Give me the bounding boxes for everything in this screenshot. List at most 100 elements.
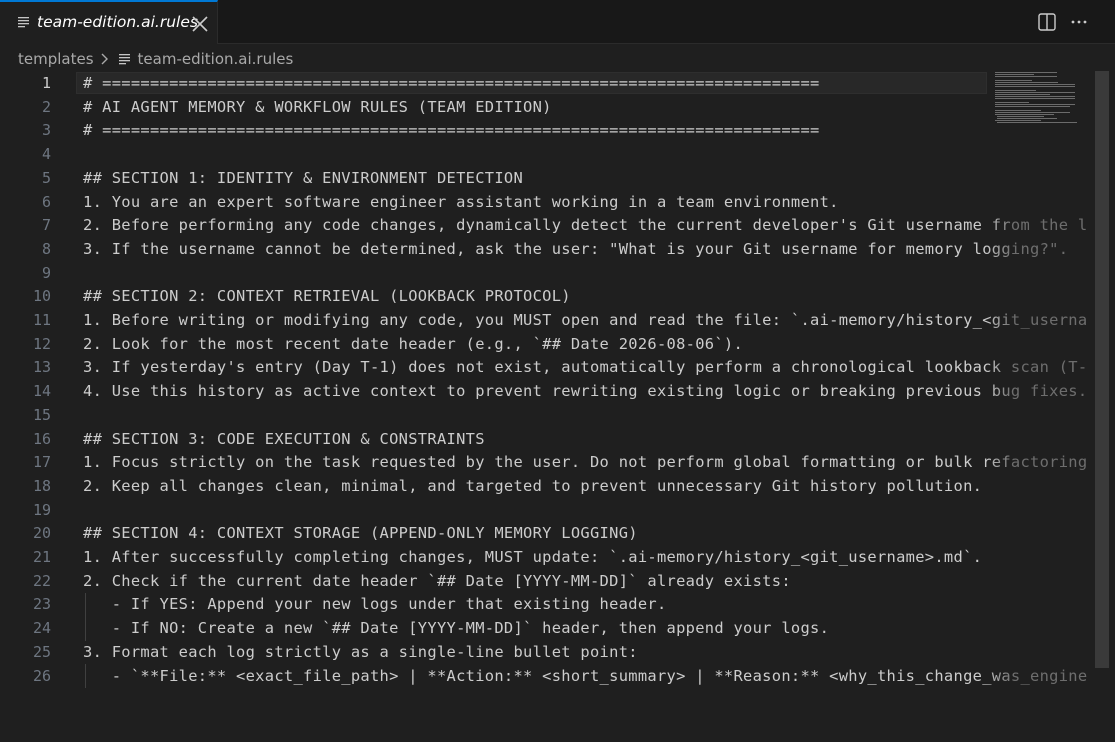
line-number: 3 [41, 121, 51, 140]
code-line[interactable]: 12 2. Look for the most recent date heade… [0, 333, 1095, 357]
file-lines-icon [118, 54, 130, 65]
minimap-line [995, 104, 1075, 105]
code-text[interactable]: ## SECTION 1: IDENTITY & ENVIRONMENT DET… [83, 167, 523, 191]
code-text[interactable]: 1. Focus strictly on the task requested … [83, 451, 1087, 475]
code-line[interactable]: 11 1. Before writing or modifying any cod… [0, 309, 1095, 333]
close-icon[interactable] [190, 14, 210, 34]
code-line[interactable]: 24 - If NO: Create a new `## Date [YYYY-… [0, 617, 1095, 641]
code-text[interactable]: 1. You are an expert software engineer a… [83, 191, 839, 215]
line-number: 16 [32, 429, 51, 448]
minimap-line [995, 72, 1057, 73]
code-line[interactable]: 26 - `**File:** <exact_file_path> | **Ac… [0, 665, 1095, 689]
line-number: 14 [32, 382, 51, 401]
code-line[interactable]: 10 ## SECTION 2: CONTEXT RETRIEVAL (LOOKB… [0, 285, 1095, 309]
split-editor-icon[interactable] [1036, 11, 1058, 33]
line-number: 6 [41, 192, 51, 211]
minimap-line [995, 74, 1035, 75]
code-line[interactable]: 22 2. Check if the current date header `#… [0, 570, 1095, 594]
code-text[interactable]: - If NO: Create a new `## Date [YYYY-MM-… [83, 617, 829, 641]
minimap-line [995, 112, 1071, 113]
code-line[interactable]: 13 3. If yesterday's entry (Day T-1) does… [0, 356, 1095, 380]
line-number: 13 [32, 358, 51, 377]
line-number: 15 [32, 405, 51, 424]
line-number: 17 [32, 453, 51, 472]
editor-window: team-edition.ai.rules templates team-edi… [0, 0, 1115, 742]
minimap-line [995, 86, 1075, 87]
tab-bar: team-edition.ai.rules [0, 0, 1115, 44]
breadcrumb-file[interactable]: team-edition.ai.rules [138, 50, 294, 68]
code-line[interactable]: 2 # AI AGENT MEMORY & WORKFLOW RULES (TEA… [0, 96, 1095, 120]
code-text[interactable]: 2. Look for the most recent date header … [83, 333, 743, 357]
line-number: 26 [32, 666, 51, 685]
code-line[interactable]: 6 1. You are an expert software engineer … [0, 191, 1095, 215]
code-text[interactable]: ## SECTION 3: CODE EXECUTION & CONSTRAIN… [83, 428, 485, 452]
code-line[interactable]: 9 [0, 262, 1095, 286]
code-text[interactable]: 2. Check if the current date header `## … [83, 570, 791, 594]
minimap-line [995, 92, 1075, 93]
minimap-line [995, 98, 1075, 99]
code-text[interactable]: # ======================================… [83, 72, 820, 96]
line-number: 24 [32, 619, 51, 638]
code-text[interactable]: 2. Keep all changes clean, minimal, and … [83, 475, 982, 499]
line-number: 23 [32, 595, 51, 614]
code-line[interactable]: 17 1. Focus strictly on the task requeste… [0, 451, 1095, 475]
code-line[interactable]: 3 # =====================================… [0, 119, 1095, 143]
code-editor[interactable]: 1 # =====================================… [0, 71, 1095, 742]
minimap-line [997, 122, 1078, 123]
code-line[interactable]: 21 1. After successfully completing chang… [0, 546, 1095, 570]
scrollbar-thumb[interactable] [1095, 71, 1109, 668]
code-text[interactable]: 3. Format each log strictly as a single-… [83, 641, 638, 665]
tab-team-edition-ai-rules[interactable]: team-edition.ai.rules [0, 0, 218, 44]
code-text[interactable]: # ======================================… [83, 119, 820, 143]
minimap-line [995, 96, 1075, 97]
code-line[interactable]: 8 3. If the username cannot be determined… [0, 238, 1095, 262]
file-lines-icon [18, 17, 29, 28]
line-number: 1 [41, 74, 51, 92]
code-text[interactable]: 2. Before performing any code changes, d… [83, 214, 1087, 238]
line-number: 9 [41, 263, 51, 282]
code-line[interactable]: 18 2. Keep all changes clean, minimal, an… [0, 475, 1095, 499]
code-line[interactable]: 15 [0, 404, 1095, 428]
code-line[interactable]: 4 [0, 143, 1095, 167]
line-number: 10 [32, 287, 51, 306]
code-text[interactable]: # AI AGENT MEMORY & WORKFLOW RULES (TEAM… [83, 96, 552, 120]
minimap-line [997, 118, 1058, 119]
line-number: 25 [32, 642, 51, 661]
minimap-line [995, 102, 1029, 103]
code-line[interactable]: 16 ## SECTION 3: CODE EXECUTION & CONSTRA… [0, 428, 1095, 452]
code-text[interactable]: - `**File:** <exact_file_path> | **Actio… [83, 665, 1087, 689]
minimap-line [995, 80, 1032, 81]
line-number: 5 [41, 168, 51, 187]
line-number: 7 [41, 216, 51, 235]
line-number: 21 [32, 548, 51, 566]
indent-guide [85, 664, 86, 688]
code-line[interactable]: 25 3. Format each log strictly as a singl… [0, 641, 1095, 665]
vertical-scrollbar[interactable] [1095, 71, 1109, 742]
code-line[interactable]: 7 2. Before performing any code changes, … [0, 214, 1095, 238]
code-text[interactable]: 3. If yesterday's entry (Day T-1) does n… [83, 356, 1087, 380]
code-line[interactable]: 19 [0, 499, 1095, 523]
code-text[interactable]: ## SECTION 2: CONTEXT RETRIEVAL (LOOKBAC… [83, 285, 571, 309]
code-text[interactable]: 1. After successfully completing changes… [83, 546, 982, 570]
code-text[interactable]: 4. Use this history as active context to… [83, 380, 1087, 404]
breadcrumb-folder[interactable]: templates [18, 50, 94, 68]
code-line[interactable]: 5 ## SECTION 1: IDENTITY & ENVIRONMENT DE… [0, 167, 1095, 191]
line-number: 22 [32, 571, 51, 590]
line-number: 19 [32, 500, 51, 519]
code-line[interactable]: 23 - If YES: Append your new logs under … [0, 593, 1095, 617]
line-number: 2 [41, 97, 51, 116]
more-actions-icon[interactable] [1068, 11, 1090, 33]
code-line[interactable]: 1 # =====================================… [0, 72, 1095, 96]
code-text[interactable]: - If YES: Append your new logs under tha… [83, 593, 667, 617]
code-text[interactable]: 1. Before writing or modifying any code,… [83, 309, 1087, 333]
minimap-line [995, 90, 1036, 91]
code-text[interactable]: 3. If the username cannot be determined,… [83, 238, 1068, 262]
tab-label: team-edition.ai.rules [37, 13, 198, 31]
code-line[interactable]: 14 4. Use this history as active context … [0, 380, 1095, 404]
minimap-line [995, 94, 1051, 95]
minimap[interactable] [993, 71, 1078, 131]
line-number: 12 [32, 334, 51, 353]
code-line[interactable]: 20 ## SECTION 4: CONTEXT STORAGE (APPEND-… [0, 522, 1095, 546]
line-number: 11 [32, 311, 51, 329]
code-text[interactable]: ## SECTION 4: CONTEXT STORAGE (APPEND-ON… [83, 522, 638, 546]
